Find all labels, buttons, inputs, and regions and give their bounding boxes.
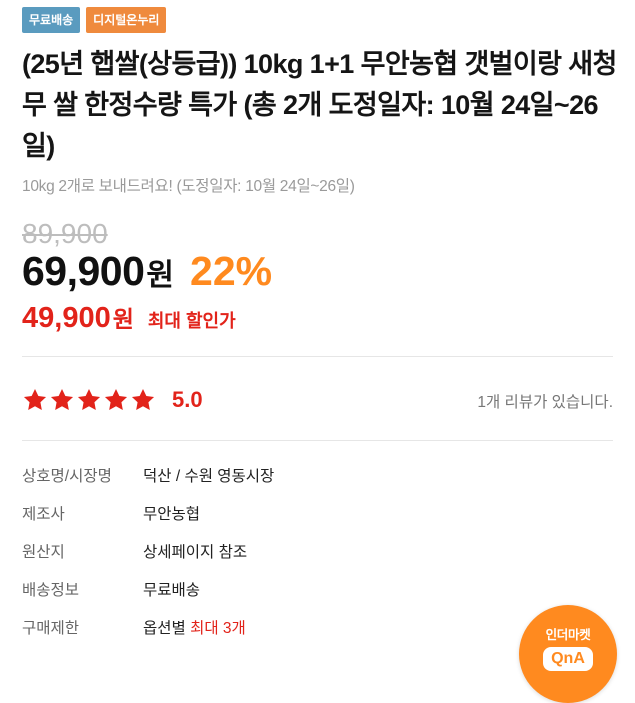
star-icon <box>131 388 155 410</box>
star-icon <box>104 388 128 410</box>
product-title: (25년 햅쌀(상등급)) 10kg 1+1 무안농협 갯벌이랑 새청무 쌀 한… <box>22 49 617 161</box>
rating-row[interactable]: 5.0 <box>22 384 203 416</box>
sale-price-unit: 원 <box>146 259 175 292</box>
digital-onnuri-badge: 디지털온누리 <box>86 7 167 33</box>
sale-price: 69,900 <box>22 248 145 294</box>
info-label: 제조사 <box>22 506 65 523</box>
star-icon <box>50 388 74 410</box>
star-icon <box>77 388 101 410</box>
info-value: 무안농협 <box>143 506 201 523</box>
original-price: 89,900 <box>22 218 108 249</box>
info-label: 구매제한 <box>22 620 80 637</box>
qna-floating-button[interactable]: 인더마켓 QnA <box>519 605 617 703</box>
purchase-limit-highlight: 최대 3개 <box>190 620 246 637</box>
info-value: 상세페이지 참조 <box>143 544 248 561</box>
info-value: 덕산 / 수원 영동시장 <box>143 468 275 485</box>
qna-bottom-label: QnA <box>543 647 593 671</box>
rating-stars <box>22 387 156 413</box>
divider-top <box>22 356 613 357</box>
discount-rate: 22% <box>190 248 273 294</box>
badge-group: 무료배송 디지털온누리 <box>22 7 167 33</box>
info-value: 무료배송 <box>143 582 201 599</box>
review-count-link[interactable]: 1개 리뷰가 있습니다. <box>477 390 613 412</box>
qna-top-label: 인더마켓 <box>545 628 591 642</box>
max-discount-label: 최대 할인가 <box>147 311 236 331</box>
max-discount-price: 49,900 <box>22 302 111 334</box>
max-discount-row: 49,900 원 최대 할인가 <box>22 300 236 335</box>
info-label: 배송정보 <box>22 582 80 599</box>
purchase-limit-prefix: 옵션별 <box>143 620 186 637</box>
max-discount-unit: 원 <box>112 306 134 332</box>
star-icon <box>23 388 47 410</box>
divider-bottom <box>22 440 613 441</box>
free-shipping-badge: 무료배송 <box>22 7 81 33</box>
info-value: 옵션별 최대 3개 <box>143 616 246 638</box>
sale-price-row: 69,900 원 22% <box>22 248 272 295</box>
product-subtitle: 10kg 2개로 보내드려요! (도정일자: 10월 24일~26일) <box>22 178 355 195</box>
info-label: 상호명/시장명 <box>22 468 112 485</box>
rating-value: 5.0 <box>172 387 203 412</box>
info-label: 원산지 <box>22 544 65 561</box>
